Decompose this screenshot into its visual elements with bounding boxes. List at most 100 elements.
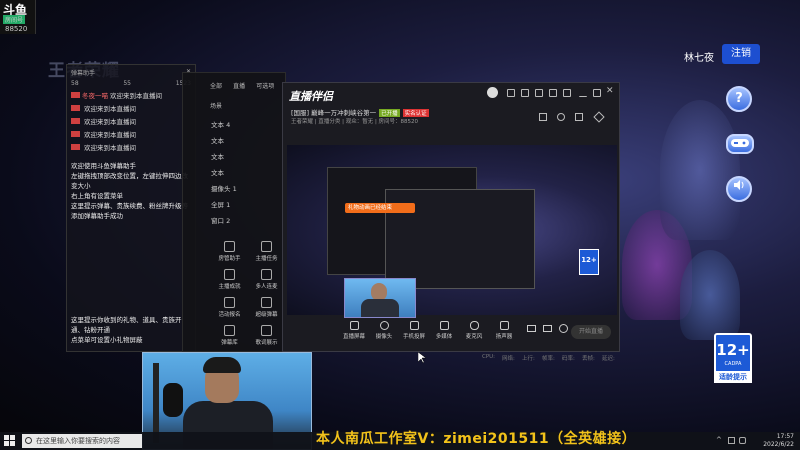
chat-message: 欢迎来到本直播间 [71,116,191,126]
taskbar-search-input[interactable]: 在这里输入你要搜索的内容 [22,434,142,448]
scene-item[interactable]: 全屏 1 [211,199,285,209]
promo-text: 本人南瓜工作室V：zimei201511（全英雄接） [316,431,637,447]
edit-icon[interactable] [575,113,583,121]
scene-item[interactable]: 文本 4 [211,119,285,129]
clock-time: 17:57 [776,433,794,440]
status-latency: 延迟: [602,356,615,362]
music-icon [261,325,272,336]
windows-start-icon[interactable] [4,435,16,447]
share-icon[interactable] [557,113,565,121]
assistant-tools-grid: 房管助手 主播任务 主播成就 多人连麦 活动报名 超级弹幕 弹幕库 歌词展示 [211,241,285,346]
tab-all[interactable]: 全部 [210,81,222,90]
cadpa-age-rating-badge: 12+ CADPA 适龄提示 [714,333,752,383]
gift-icon[interactable] [539,113,547,121]
screen-icon [349,321,359,330]
start-live-button[interactable]: 开始直播 [571,325,611,339]
tab-live[interactable]: 直播 [233,81,245,90]
stat-viewers: 58 [71,80,79,87]
chat-title: 弹幕助手 [71,70,96,77]
tab-scene[interactable]: 场景 [210,101,222,110]
tool-danmaku-lib[interactable]: 弹幕库 [211,325,248,346]
chat-footer-line: 这里提示你收到的礼物、道具、贵族开通、钻粉开通 [71,316,182,334]
settings-icon[interactable] [521,89,529,97]
app-logo: 直播伴侣 [289,90,333,103]
more-share-icon[interactable] [593,111,605,123]
age-rating: 12+ [716,341,750,359]
tool-admin[interactable]: 房管助手 [211,241,248,262]
toolbar-screen[interactable]: 直播屏幕 [339,321,369,340]
room-number: 88520 [5,25,28,33]
tray-chevron-icon[interactable]: ^ [716,436,722,444]
toolbar-mic[interactable]: 麦克风 [459,321,489,340]
toolbar-camera[interactable]: 摄像头 [369,321,399,340]
question-icon[interactable]: ? [726,86,752,112]
media-icon [439,321,449,330]
status-bitrate: 码率: [562,356,575,362]
scene-item[interactable]: 文本 [211,151,285,161]
status-dropped: 丢帧: [582,356,595,362]
screenshot-icon[interactable] [543,325,552,332]
toolbar-speaker[interactable]: 扬声器 [489,321,519,340]
tool-multi-mic[interactable]: 多人连麦 [248,269,285,290]
gear-icon[interactable] [559,324,568,333]
network-icon[interactable] [728,437,735,444]
search-placeholder: 在这里输入你要搜索的内容 [36,437,120,445]
user-icon [224,241,235,252]
toolbar-phone[interactable]: 手机投屏 [399,321,429,340]
camera-icon [379,321,389,330]
room-meta: 王者荣耀 | 直播分类 | 观众：暂无 | 房间号：88520 [291,119,419,125]
tray-clock[interactable]: 17:57 2022/6/22 [762,433,794,449]
chat-info-line: 添加弹幕助手成功 [71,212,123,220]
verify-badge: 实名认证 [402,109,429,117]
volume-icon[interactable] [739,437,746,444]
feedback-icon[interactable] [549,89,557,97]
streamer-hair [203,357,241,373]
tool-task[interactable]: 主播任务 [248,241,285,262]
speaker-icon[interactable] [726,176,752,202]
stream-preview[interactable]: 礼物动画已经结束 12+ [287,145,617,315]
cadpa-badge-small: 12+ [579,249,599,275]
chat-message: 欢迎来到本直播间 [71,142,191,152]
tool-achievement[interactable]: 主播成就 [211,269,248,290]
chat-message: 欢迎来到本直播间 [71,129,191,139]
tool-event[interactable]: 活动报名 [211,297,248,318]
tool-lyrics[interactable]: 歌词展示 [248,325,285,346]
microphone [163,383,183,417]
performance-status-bar: CPU: 网络: 上行: 帧率: 码率: 丢帧: 延迟: [286,354,620,366]
task-icon [261,241,272,252]
chat-info-line: 这里提示弹幕、贵族续费、粉丝牌升级等 [71,202,188,210]
room-label: 房间号 [3,15,26,24]
scene-item[interactable]: 窗口 2 [211,215,285,225]
scene-item[interactable]: 摄像头 1 [211,183,285,193]
danmaku-icon [261,297,272,308]
user-name: 林七夜 [684,53,714,64]
assistant-tabs: 全部 直播 可选项 场景 [207,73,285,113]
stream-assistant-sidebar[interactable]: 全部 直播 可选项 场景 文本 4 文本 文本 文本 摄像头 1 全屏 1 窗口… [182,72,286,352]
message-icon[interactable] [507,89,515,97]
skin-icon[interactable] [535,89,543,97]
record-icon[interactable] [527,325,536,332]
close-icon[interactable]: ✕ [606,86,614,96]
toolbar-media[interactable]: 多媒体 [429,321,459,340]
list-icon [224,325,235,336]
avatar[interactable] [487,87,498,98]
people-icon [261,269,272,280]
stream-companion-window[interactable]: 直播伴侣 ✕ [国服] 巅峰一万冲刺峡谷第一 已开播 实名认证 王者荣耀 | 直播分… [282,82,620,352]
maximize-icon[interactable] [593,89,601,97]
age-tip: 适龄提示 [714,371,752,383]
minimize-icon[interactable] [579,89,587,97]
search-icon [25,437,32,444]
wallpaper-hero-top [660,100,740,240]
tab-options[interactable]: 可选项 [256,81,274,90]
menu-icon[interactable] [563,89,571,97]
tool-super-danmaku[interactable]: 超级弹幕 [248,297,285,318]
chat-footer-line: 点菜单可设置小礼物屏蔽 [71,336,143,344]
danmaku-chat-panel[interactable]: 弹幕助手 ✕ 58 55 1523 冬夜一喵欢迎来到本直播间 欢迎来到本直播间 … [66,64,196,352]
scene-item[interactable]: 文本 [211,135,285,145]
wallpaper-hero-right [680,250,740,340]
scene-item[interactable]: 文本 [211,167,285,177]
gamepad-icon[interactable] [726,134,754,154]
flag-icon [224,297,235,308]
status-network: 网络: [502,356,515,362]
logout-button[interactable]: 注销 [722,44,760,64]
